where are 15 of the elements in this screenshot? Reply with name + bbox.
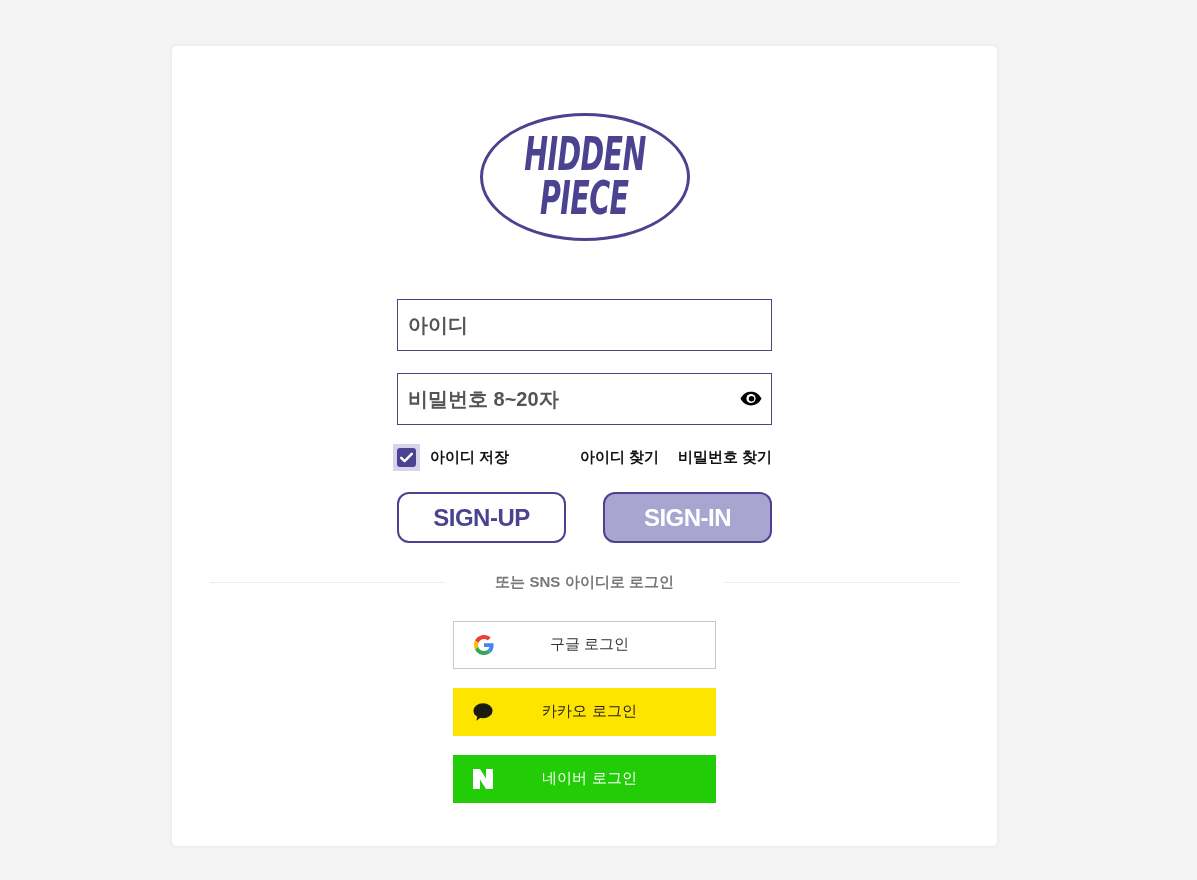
n-logo-icon	[473, 768, 493, 789]
checkbox[interactable]	[393, 444, 420, 471]
eye-icon[interactable]	[740, 391, 762, 406]
speech-bubble-icon	[473, 701, 493, 722]
kakao-login-button[interactable]: 카카오 로그인	[453, 687, 716, 736]
id-field[interactable]: 아이디	[397, 299, 772, 351]
sign-up-button[interactable]: SIGN-UP	[397, 492, 566, 543]
link[interactable]: 아이디 찾기	[579, 446, 659, 469]
checkbox-label: 아이디 저장	[430, 447, 510, 468]
link[interactable]: 비밀번호 찾기	[677, 446, 772, 469]
divider-text: 또는 SNS 아이디로 로그인	[495, 572, 674, 592]
google-login-button[interactable]: 구글 로그인	[453, 620, 716, 669]
logo: HIDDEN PIECE	[479, 113, 690, 241]
google-g-icon	[474, 634, 494, 655]
password-field[interactable]: 비밀번호 8~20자	[397, 373, 772, 425]
